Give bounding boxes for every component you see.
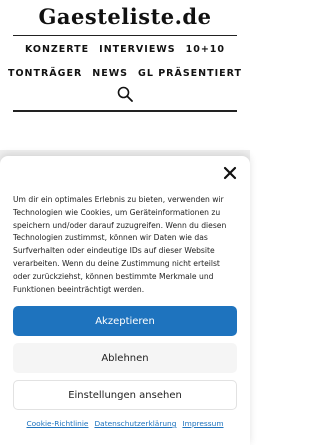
nav-item-tontraeger[interactable]: TONTRÄGER [8,68,82,79]
deny-button[interactable]: Ablehnen [13,343,237,373]
cookie-consent-banner: Um dir ein optimales Erlebnis zu bieten,… [0,156,250,445]
close-icon[interactable] [222,165,238,181]
imprint-link[interactable]: Impressum [182,419,223,428]
main-nav-row-2: TONTRÄGER NEWS GL PRÄSENTIERT [0,68,250,79]
nav-bottom-divider [13,110,237,112]
site-logo[interactable]: Gaesteliste.de [0,4,250,29]
nav-item-interviews[interactable]: INTERVIEWS [99,44,175,55]
site-header: Gaesteliste.de KONZERTE INTERVIEWS 10+10… [0,0,250,150]
consent-links: Cookie-Richtlinie Datenschutzerklärung I… [0,419,250,428]
privacy-policy-link[interactable]: Datenschutzerklärung [94,419,176,428]
nav-item-gl-praesentiert[interactable]: GL PRÄSENTIERT [138,68,242,79]
main-nav-row-1: KONZERTE INTERVIEWS 10+10 [0,44,250,55]
nav-item-news[interactable]: NEWS [92,68,128,79]
header-divider [13,35,237,36]
preferences-button[interactable]: Einstellungen ansehen [13,380,237,410]
nav-item-10plus10[interactable]: 10+10 [186,44,225,55]
nav-item-konzerte[interactable]: KONZERTE [25,44,89,55]
search-icon[interactable] [117,86,133,102]
accept-button[interactable]: Akzeptieren [13,306,237,336]
consent-message: Um dir ein optimales Erlebnis zu bieten,… [13,195,227,294]
cookie-policy-link[interactable]: Cookie-Richtlinie [26,419,88,428]
